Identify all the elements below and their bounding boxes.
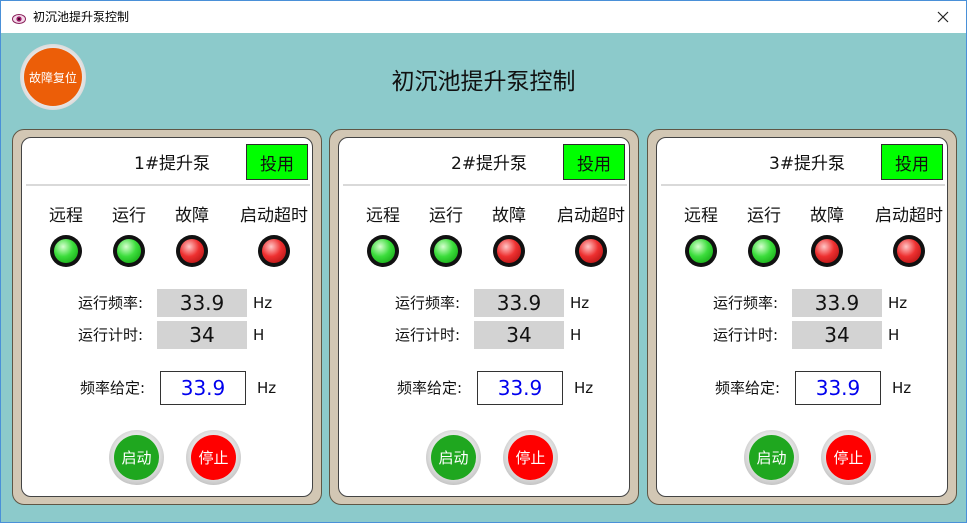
- frequency-setpoint-unit: Hz: [257, 379, 277, 397]
- page-title: 初沉池提升泵控制: [391, 69, 576, 95]
- start-button[interactable]: 启动: [426, 430, 481, 485]
- stop-button[interactable]: 停止: [821, 430, 876, 485]
- indicator-lamp-remote: [367, 235, 399, 267]
- divider: [343, 184, 627, 186]
- window-title: 初沉池提升泵控制: [33, 10, 130, 24]
- run-time-unit: H: [253, 326, 265, 344]
- stop-label: 停止: [191, 435, 236, 480]
- indicator-lamp-running: [113, 235, 145, 267]
- status-label-running: 运行: [112, 206, 146, 226]
- run-time-label: 运行计时:: [78, 326, 144, 344]
- start-label: 启动: [114, 435, 159, 480]
- frequency-setpoint-label: 频率给定:: [397, 379, 463, 397]
- indicator-lamp-fault: [176, 235, 208, 267]
- run-frequency-unit: Hz: [253, 294, 273, 312]
- indicator-lamp-start-timeout: [258, 235, 290, 267]
- start-label: 启动: [749, 435, 794, 480]
- pump-panel: 3#提升泵 投用远程 运行 故障 启动超时运行频率: 33.9 Hz 运行计时: 34 H 频率给定…: [656, 137, 948, 497]
- status-label-remote: 远程: [366, 206, 400, 226]
- run-frequency-value: 33.9: [157, 289, 247, 317]
- frequency-setpoint-label: 频率给定:: [715, 379, 781, 397]
- frequency-setpoint-input[interactable]: 33.9: [795, 371, 881, 405]
- frequency-setpoint-unit: Hz: [574, 379, 594, 397]
- indicator-lamp-fault: [493, 235, 525, 267]
- run-time-unit: H: [570, 326, 582, 344]
- indicator-lamp-running: [430, 235, 462, 267]
- status-label-start-timeout: 启动超时: [875, 206, 943, 226]
- close-button[interactable]: [920, 1, 966, 33]
- run-time-value: 34: [157, 321, 247, 349]
- run-time-label: 运行计时:: [713, 326, 779, 344]
- indicator-lamp-start-timeout: [575, 235, 607, 267]
- eye-icon: [12, 10, 26, 24]
- run-frequency-unit: Hz: [888, 294, 908, 312]
- status-label-fault: 故障: [492, 206, 526, 226]
- start-button[interactable]: 启动: [744, 430, 799, 485]
- run-time-unit: H: [888, 326, 900, 344]
- status-label-start-timeout: 启动超时: [557, 206, 625, 226]
- pump-card-1: 1#提升泵 投用远程 运行 故障 启动超时运行频率: 33.9 Hz 运行计时: 34 H 频率给定…: [12, 129, 322, 505]
- start-label: 启动: [431, 435, 476, 480]
- stop-button[interactable]: 停止: [503, 430, 558, 485]
- pump-panel: 1#提升泵 投用远程 运行 故障 启动超时运行频率: 33.9 Hz 运行计时: 34 H 频率给定…: [21, 137, 313, 497]
- stop-button[interactable]: 停止: [186, 430, 241, 485]
- stop-label: 停止: [508, 435, 553, 480]
- indicator-lamp-running: [748, 235, 780, 267]
- run-frequency-label: 运行频率:: [395, 294, 461, 312]
- run-frequency-value: 33.9: [474, 289, 564, 317]
- indicator-lamp-remote: [50, 235, 82, 267]
- status-label-running: 运行: [429, 206, 463, 226]
- frequency-setpoint-unit: Hz: [892, 379, 912, 397]
- status-label-running: 运行: [747, 206, 781, 226]
- status-label-remote: 远程: [49, 206, 83, 226]
- run-time-value: 34: [474, 321, 564, 349]
- pump-card-3: 3#提升泵 投用远程 运行 故障 启动超时运行频率: 33.9 Hz 运行计时: 34 H 频率给定…: [647, 129, 957, 505]
- run-frequency-label: 运行频率:: [713, 294, 779, 312]
- status-label-fault: 故障: [175, 206, 209, 226]
- status-label-start-timeout: 启动超时: [240, 206, 308, 226]
- pump-name: 1#提升泵: [134, 154, 211, 174]
- indicator-lamp-remote: [685, 235, 717, 267]
- run-time-label: 运行计时:: [395, 326, 461, 344]
- divider: [26, 184, 310, 186]
- divider: [661, 184, 945, 186]
- run-frequency-unit: Hz: [570, 294, 590, 312]
- indicator-lamp-fault: [811, 235, 843, 267]
- stop-label: 停止: [826, 435, 871, 480]
- frequency-setpoint-label: 频率给定:: [80, 379, 146, 397]
- pump-card-2: 2#提升泵 投用远程 运行 故障 启动超时运行频率: 33.9 Hz 运行计时: 34 H 频率给定…: [329, 129, 639, 505]
- title-bar: 初沉池提升泵控制: [1, 1, 966, 33]
- run-frequency-label: 运行频率:: [78, 294, 144, 312]
- app-window: 初沉池提升泵控制 故障复位 初沉池提升泵控制 1#提升泵 投用 远程 运行 故障 启动超时…: [0, 0, 967, 523]
- indicator-lamp-start-timeout: [893, 235, 925, 267]
- enable-button[interactable]: 投用: [881, 144, 943, 180]
- close-icon: [937, 11, 949, 23]
- frequency-setpoint-input[interactable]: 33.9: [477, 371, 563, 405]
- pump-name: 3#提升泵: [769, 154, 846, 174]
- status-label-fault: 故障: [810, 206, 844, 226]
- run-time-value: 34: [792, 321, 882, 349]
- frequency-setpoint-input[interactable]: 33.9: [160, 371, 246, 405]
- status-label-remote: 远程: [684, 206, 718, 226]
- pump-panel: 2#提升泵 投用远程 运行 故障 启动超时运行频率: 33.9 Hz 运行计时: 34 H 频率给定…: [338, 137, 630, 497]
- start-button[interactable]: 启动: [109, 430, 164, 485]
- pump-name: 2#提升泵: [451, 154, 528, 174]
- enable-button[interactable]: 投用: [246, 144, 308, 180]
- enable-button[interactable]: 投用: [563, 144, 625, 180]
- run-frequency-value: 33.9: [792, 289, 882, 317]
